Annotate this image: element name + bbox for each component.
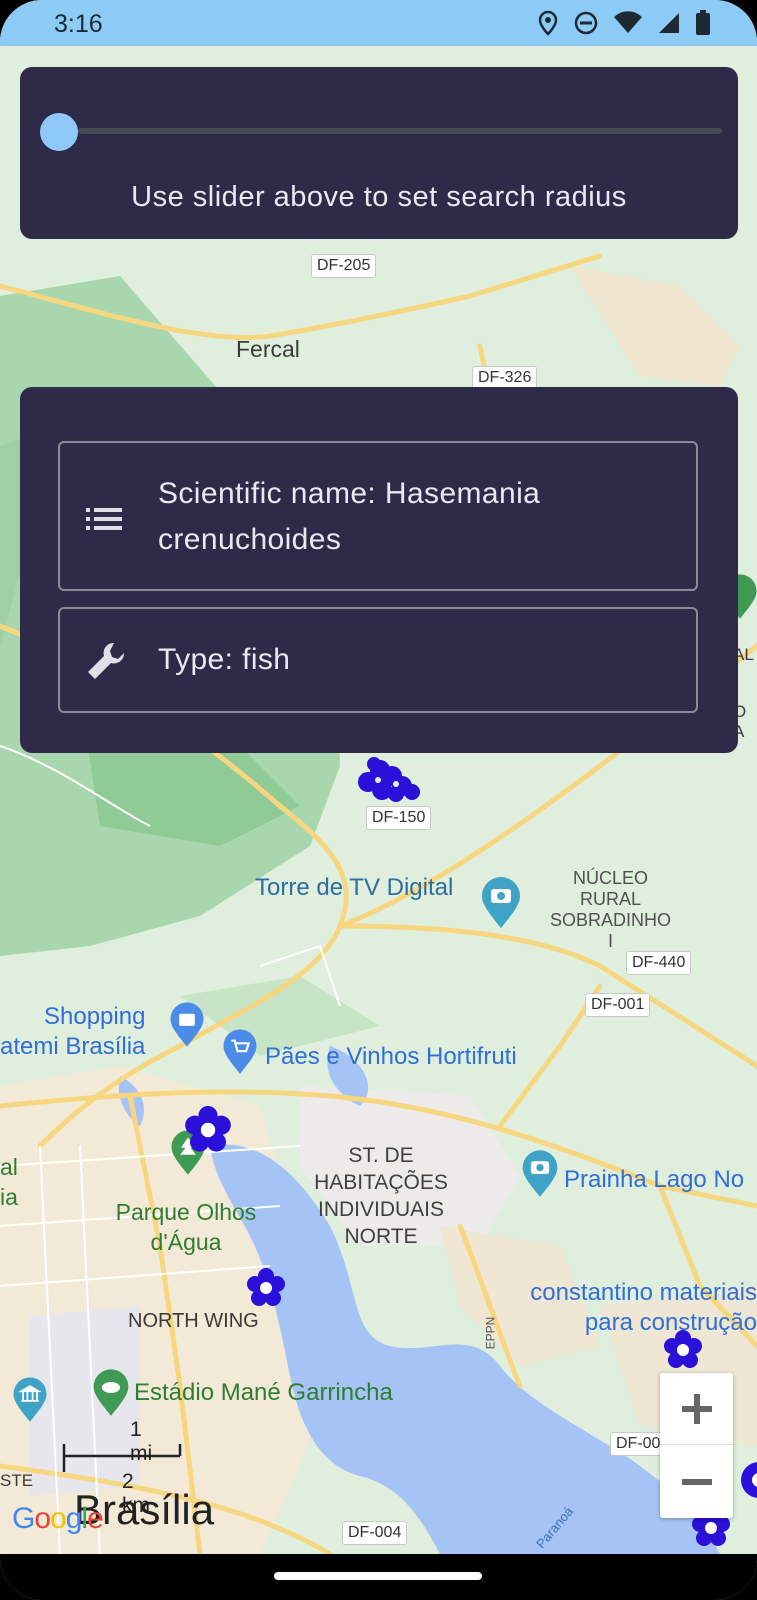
shopping-poi-icon[interactable] (167, 1001, 207, 1049)
zoom-controls (660, 1373, 733, 1518)
type-text: Type: fish (158, 643, 291, 676)
label-iguatemi: atemi Brasília (0, 1033, 146, 1060)
road-df004: DF-004 (342, 1521, 408, 1545)
radius-slider-track[interactable] (78, 128, 722, 134)
museum-poi-icon[interactable] (10, 1376, 50, 1424)
label-st-de: ST. DE HABITAÇÕES INDIVIDUAIS NORTE (314, 1144, 448, 1248)
scientific-name-field[interactable]: Scientific name: Hasemania crenuchoides (58, 441, 698, 591)
search-radius-panel: Use slider above to set search radius (20, 67, 738, 239)
dnd-icon (574, 11, 598, 35)
wrench-icon (88, 642, 125, 679)
google-logo: Google (12, 1502, 104, 1535)
scale-bar (62, 1444, 182, 1472)
label-edge-ste: STE (0, 1471, 34, 1490)
label-estadio: Estádio Mané Garrincha (134, 1379, 393, 1406)
road-df205: DF-205 (311, 254, 377, 278)
signal-icon (659, 13, 679, 33)
list-icon (86, 508, 122, 530)
minus-icon (681, 1479, 712, 1485)
radius-slider-thumb[interactable] (40, 113, 78, 151)
zoom-in-button[interactable] (660, 1373, 733, 1445)
type-field[interactable]: Type: fish (58, 607, 698, 713)
label-edge-al-left: al (0, 1154, 18, 1180)
cart-poi-icon[interactable] (220, 1028, 260, 1076)
label-parque: Parque Olhos d'Água (115, 1199, 257, 1255)
species-marker-cluster[interactable] (352, 754, 428, 810)
road-df001: DF-001 (585, 993, 651, 1017)
species-marker[interactable] (246, 1268, 286, 1308)
navigation-bar (0, 1554, 757, 1600)
wifi-icon (614, 11, 642, 33)
label-shopping: Shopping (44, 1003, 146, 1030)
app-screen: 3:16 DF-205 DF-326 DF-150 DF-440 DF-001 … (0, 0, 757, 1600)
plus-icon (681, 1393, 712, 1424)
status-icons (537, 10, 711, 36)
label-edge-ia: ia (0, 1184, 18, 1210)
status-time: 3:16 (54, 10, 103, 38)
label-paes: Pães e Vinhos Hortifruti (265, 1043, 517, 1070)
road-df440: DF-440 (626, 951, 692, 975)
zoom-out-button[interactable] (660, 1446, 733, 1518)
species-info-panel: Scientific name: Hasemania crenuchoides … (20, 387, 738, 753)
camera-poi-icon[interactable] (478, 876, 524, 930)
label-prainha: Prainha Lago No (564, 1166, 745, 1193)
label-north-wing: NORTH WING (128, 1310, 259, 1332)
species-marker[interactable] (184, 1106, 232, 1154)
species-marker-partial[interactable] (737, 1458, 757, 1502)
scale-kilometers: 2 km (122, 1470, 150, 1517)
label-fercal: Fercal (236, 336, 300, 362)
battery-icon (696, 10, 710, 35)
slider-caption: Use slider above to set search radius (131, 181, 627, 213)
location-icon (538, 10, 558, 36)
label-constantino: constantino materiais para construção (530, 1279, 757, 1336)
camera-poi-icon[interactable] (519, 1149, 561, 1199)
map-view[interactable]: DF-205 DF-326 DF-150 DF-440 DF-001 DF-00… (0, 46, 757, 1554)
home-gesture-pill[interactable] (274, 1572, 482, 1580)
stadium-poi-icon[interactable] (90, 1368, 132, 1418)
label-nucleo: NÚCLEO RURAL SOBRADINHO I (549, 868, 672, 951)
status-bar: 3:16 (0, 0, 757, 46)
scientific-name-text: Scientific name: Hasemania crenuchoides (158, 477, 541, 556)
species-marker[interactable] (663, 1330, 703, 1370)
label-torre: Torre de TV Digital (255, 874, 454, 901)
road-eppn: EPPN (483, 1316, 498, 1350)
